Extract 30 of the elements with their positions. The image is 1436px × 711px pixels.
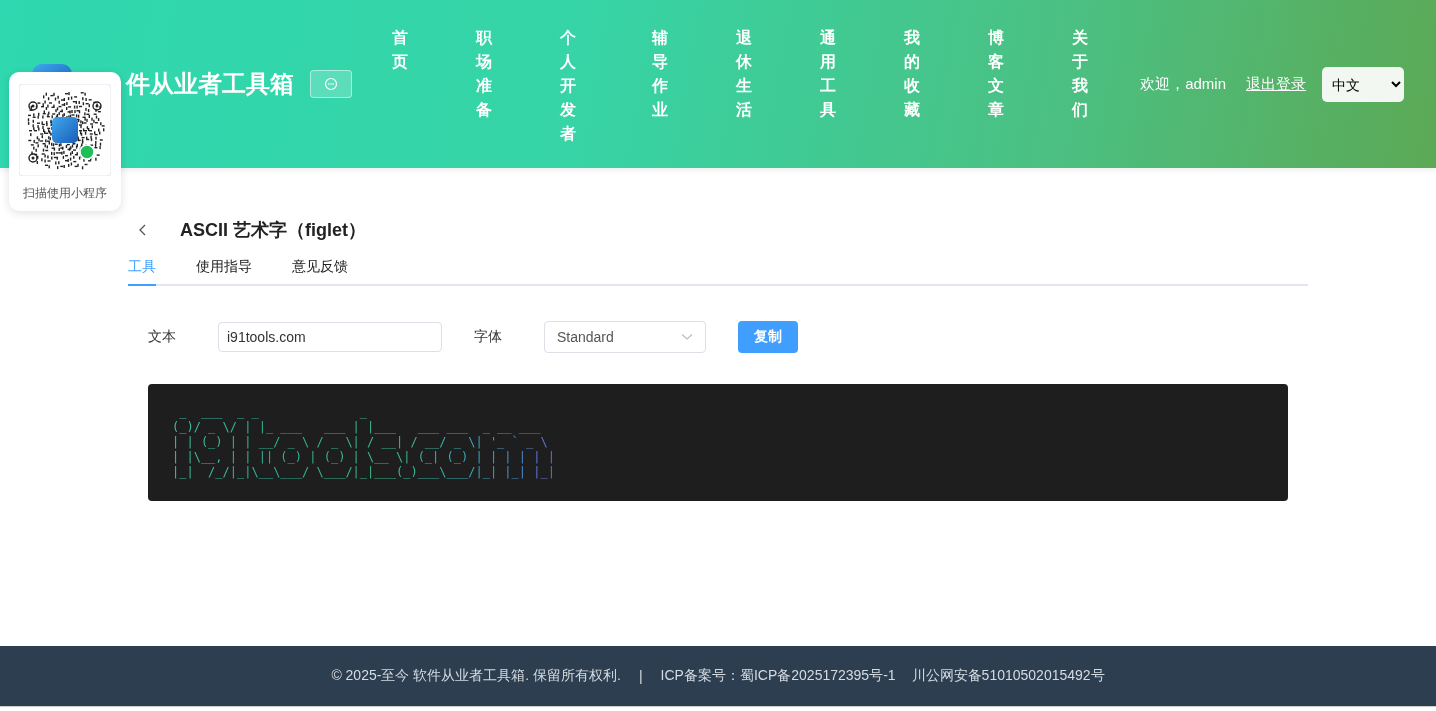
text-input[interactable]: i91tools.com — [218, 322, 442, 352]
page-title: ASCII 艺术字（figlet） — [180, 219, 366, 242]
nav-link[interactable]: 博客文章 — [988, 26, 1004, 146]
icp-link[interactable]: ICP备案号：蜀ICP备2025172395号-1 — [660, 667, 896, 685]
tab[interactable]: 意见反馈 — [292, 258, 348, 286]
tab[interactable]: 工具 — [128, 258, 156, 286]
copyright-text: © 2025-至今 软件从业者工具箱. 保留所有权利. — [331, 667, 621, 685]
site-title: 件从业者工具箱 — [126, 69, 294, 99]
nav-link[interactable]: 关于我们 — [1072, 26, 1088, 146]
chevron-down-icon — [681, 333, 693, 341]
logout-link[interactable]: 退出登录 — [1246, 75, 1306, 94]
text-label: 文本 — [148, 328, 177, 346]
separator-text: | — [638, 668, 643, 684]
nav-link[interactable]: 辅导作业 — [652, 26, 668, 146]
welcome-text: 欢迎，admin — [1140, 75, 1226, 94]
copy-button[interactable]: 复制 — [738, 321, 798, 353]
language-select[interactable]: 中文 — [1322, 67, 1404, 102]
police-record-link[interactable]: 川公网安备51010502015492号 — [911, 667, 1105, 685]
nav-link[interactable]: 我的收藏 — [904, 26, 920, 146]
font-label: 字体 — [474, 328, 503, 346]
qr-caption: 扫描使用小程序 — [23, 185, 107, 202]
nav-link[interactable]: 退休生活 — [736, 26, 752, 146]
tab[interactable]: 使用指导 — [196, 258, 252, 286]
qr-code-icon — [19, 84, 111, 176]
nav-link[interactable]: 个人开发者 — [560, 26, 576, 146]
nav-link[interactable]: 通用工具 — [820, 26, 836, 146]
nav-link[interactable]: 首页 — [392, 26, 408, 146]
font-select[interactable]: Standard — [544, 321, 706, 353]
chat-bubble-icon — [324, 77, 338, 91]
nav-link[interactable]: 职场准备 — [476, 26, 492, 146]
